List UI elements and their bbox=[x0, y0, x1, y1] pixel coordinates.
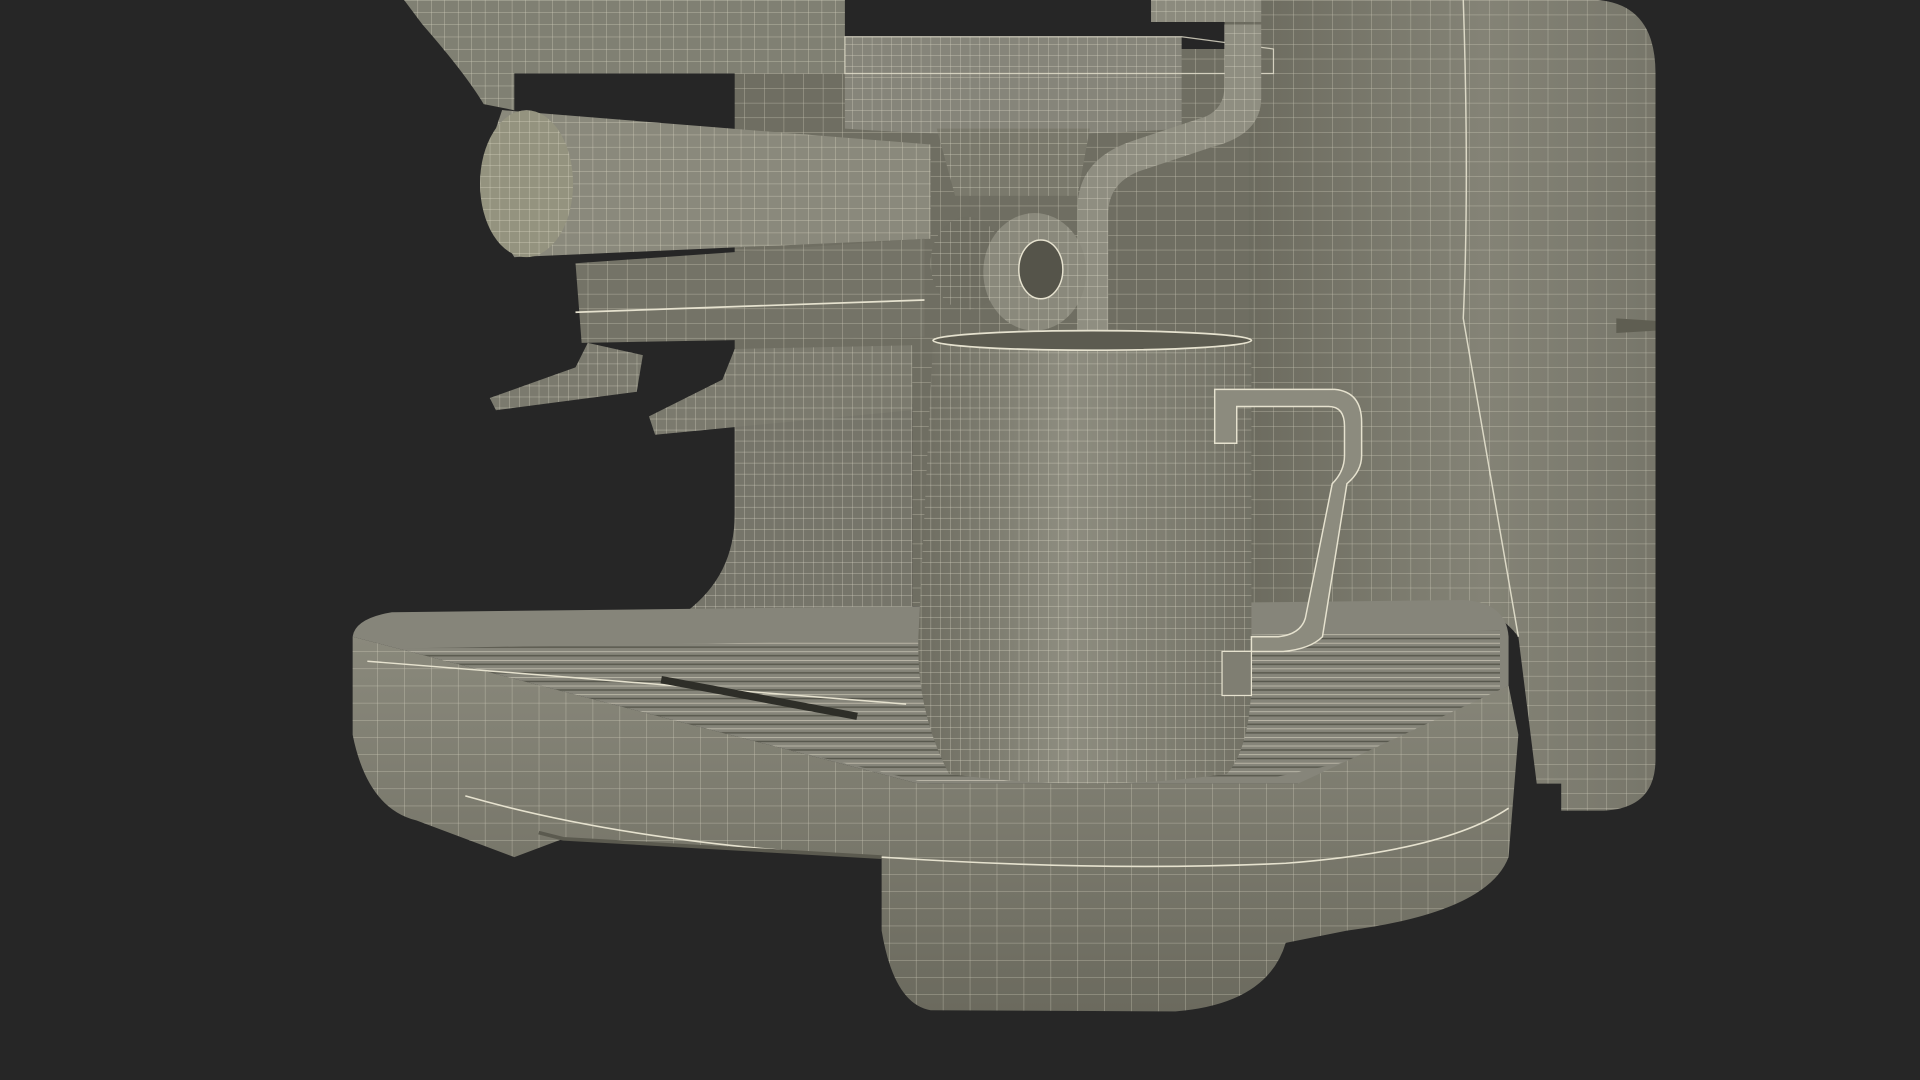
portafilter bbox=[480, 110, 931, 435]
milk-pitcher bbox=[918, 329, 1253, 784]
machine-left-column bbox=[685, 404, 913, 613]
wireframe-render bbox=[352, 0, 1656, 1012]
render-viewport bbox=[0, 0, 1920, 1080]
